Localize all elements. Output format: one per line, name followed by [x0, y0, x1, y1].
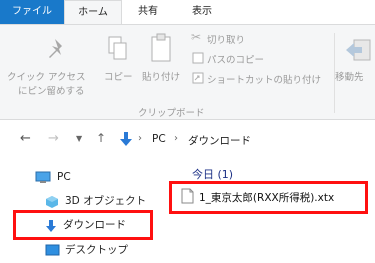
download-folder-icon — [120, 132, 132, 146]
tab-file[interactable]: ファイル — [0, 0, 64, 24]
breadcrumb-separator[interactable]: › — [174, 133, 178, 144]
nav-item-label: デスクトップ — [65, 244, 128, 256]
cut-label: 切り取り — [207, 35, 246, 46]
recent-chevron-down-icon[interactable]: ▼ — [76, 134, 82, 143]
cube-icon — [46, 196, 58, 208]
tab-share[interactable]: 共有 — [128, 0, 168, 24]
paste-shortcut-icon — [192, 72, 204, 84]
breadcrumb-downloads[interactable]: ダウンロード — [188, 133, 251, 148]
nav-item-3d-objects[interactable]: 3D オブジェクト — [45, 191, 155, 211]
breadcrumb-pc[interactable]: PC — [152, 133, 166, 145]
monitor-icon — [35, 171, 51, 183]
move-to-label: 移動先 — [335, 72, 364, 83]
pin-label-line1: クイック アクセス — [7, 72, 86, 83]
group-header-today[interactable]: 今日 (1) — [192, 166, 233, 182]
breadcrumb-separator[interactable]: › — [138, 133, 142, 144]
downloads-highlight-box — [13, 210, 153, 240]
nav-item-desktop[interactable]: デスクトップ — [45, 240, 155, 260]
address-bar-row: ← → ▼ ↑ › PC › ダウンロード — [0, 121, 375, 157]
clipboard-group-label: クリップボード — [138, 108, 205, 119]
pin-icon — [49, 39, 62, 58]
nav-item-label: 3D オブジェクト — [65, 195, 147, 207]
paste-shortcut-label: ショートカットの貼り付け — [207, 75, 322, 86]
scissors-icon: ✂ — [191, 30, 202, 44]
ribbon-tab-bar: ファイル ホーム 共有 表示 — [0, 0, 375, 25]
nav-item-label: PC — [57, 171, 71, 183]
document-icon — [181, 188, 194, 204]
copy-path-label: パスのコピー — [207, 55, 265, 66]
forward-arrow-icon[interactable]: → — [48, 131, 59, 146]
paste-label: 貼り付け — [142, 72, 181, 83]
copy-path-icon — [192, 52, 204, 64]
tab-home[interactable]: ホーム — [64, 0, 122, 25]
file-name: 1_東京太郎(RXX所得税).xtx — [199, 192, 335, 204]
copy-icon — [108, 36, 127, 60]
pin-label-line2: にピン留めする — [18, 86, 85, 97]
clipboard-icon — [151, 33, 171, 62]
nav-item-pc[interactable]: PC — [35, 167, 155, 187]
up-arrow-icon[interactable]: ↑ — [96, 131, 106, 145]
copy-label: コピー — [104, 72, 133, 83]
desktop-icon — [45, 244, 60, 256]
tab-view[interactable]: 表示 — [180, 0, 224, 24]
back-arrow-icon[interactable]: ← — [20, 131, 31, 146]
ribbon-home-panel: クイック アクセス にピン留めする コピー 貼り付け ✂ 切り取り パスのコピー — [0, 24, 375, 120]
move-to-icon — [346, 39, 371, 61]
